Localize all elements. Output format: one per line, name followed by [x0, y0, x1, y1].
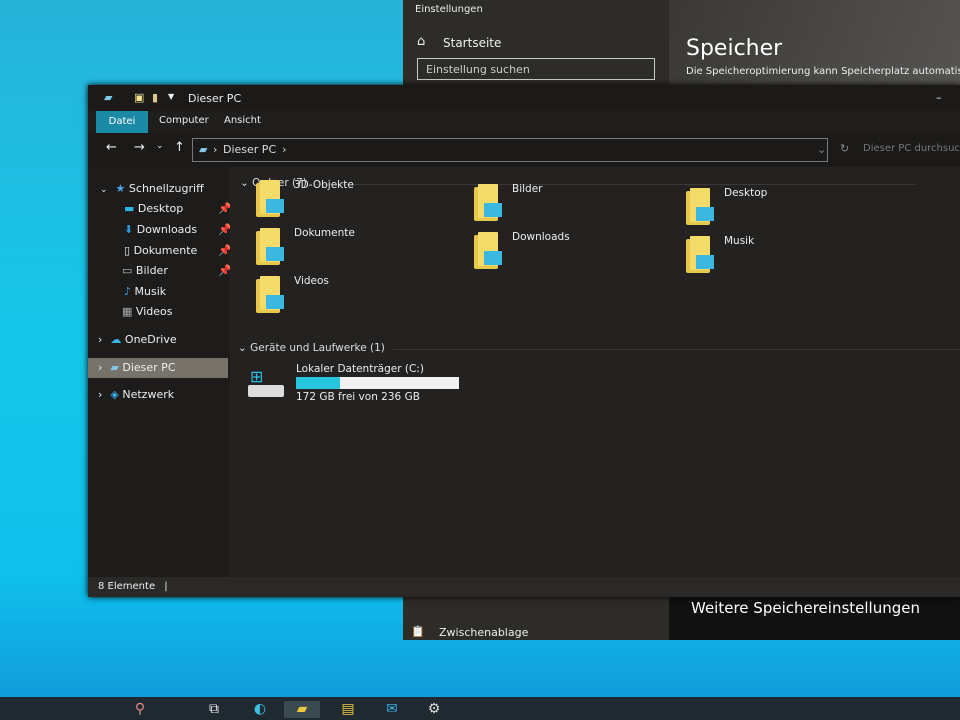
nav-onedrive[interactable]: › ☁ OneDrive	[88, 330, 228, 350]
pc-icon: ▰	[104, 91, 113, 104]
folder-item[interactable]: Desktop	[682, 187, 882, 227]
properties-icon[interactable]: ▣	[134, 91, 144, 104]
address-dropdown-icon[interactable]: ⌄	[817, 143, 826, 156]
folder-item[interactable]: Dokumente	[252, 227, 452, 267]
folder-item[interactable]: Downloads	[470, 231, 670, 271]
window-title: Dieser PC	[188, 92, 242, 105]
up-button[interactable]: ↑	[174, 140, 185, 155]
nav-item-videos[interactable]: ▦ Videos	[88, 302, 228, 322]
taskbar: ⚲ ⧉ ◐ ▰ ▤ ✉ ⚙	[0, 697, 960, 720]
folder-item[interactable]: Videos	[252, 275, 452, 315]
drive-usage-fill	[296, 377, 340, 389]
desktop-icon	[696, 207, 714, 221]
settings-home[interactable]: Startseite	[443, 36, 501, 50]
navigation-bar: ← → ⌄ ↑ ▰ › Dieser PC › ⌄ ↻ Dieser PC dur…	[88, 133, 960, 167]
folder-label: Downloads	[512, 231, 570, 243]
nav-item-musik[interactable]: ♪ Musik	[88, 282, 228, 302]
network-icon: ◈	[110, 388, 119, 401]
forward-button[interactable]: →	[134, 140, 145, 155]
settings-description: Die Speicheroptimierung kann Speicherpla…	[686, 66, 960, 77]
folder-item[interactable]: Bilder	[470, 183, 670, 223]
folder-label: Musik	[724, 235, 755, 247]
file-explorer-taskbar-icon[interactable]: ▰	[284, 701, 320, 718]
ribbon-tabs: Datei Computer Ansicht	[88, 111, 960, 133]
download-icon: ⬇	[124, 223, 134, 236]
document-icon	[266, 247, 284, 261]
content-pane: ⌄ Ordner (7) 3D-ObjekteBilderDesktopDoku…	[230, 167, 960, 577]
settings-title: Einstellungen	[415, 4, 483, 15]
folder-label: 3D-Objekte	[294, 179, 354, 191]
drive-c[interactable]: ⊞ Lokaler Datenträger (C:) 172 GB frei v…	[248, 363, 459, 407]
item-count: 8 Elemente	[98, 581, 156, 592]
settings-search-input[interactable]: Einstellung suchen	[417, 58, 655, 80]
mail-icon[interactable]: ✉	[382, 701, 402, 718]
video-icon	[266, 295, 284, 309]
download-icon	[484, 251, 502, 265]
drive-name: Lokaler Datenträger (C:)	[296, 363, 424, 375]
address-text: Dieser PC	[223, 143, 277, 156]
weather-widget-icon[interactable]: ⚲	[130, 701, 150, 718]
music-icon	[696, 255, 714, 269]
nav-item-desktop[interactable]: ▬ Desktop 📌	[88, 199, 232, 219]
minimize-button[interactable]: –	[936, 91, 942, 104]
folder-item[interactable]: 3D-Objekte	[252, 179, 452, 219]
nav-item-bilder[interactable]: ▭ Bilder 📌	[88, 261, 232, 281]
title-bar: ▰ ▣ ▮ ▼ Dieser PC –	[88, 85, 960, 111]
star-icon: ★	[115, 182, 126, 195]
home-icon: ⌂	[417, 34, 426, 49]
chevron-right-icon: ›	[213, 143, 218, 156]
refresh-icon[interactable]: ↻	[840, 142, 849, 155]
folder-item[interactable]: Musik	[682, 235, 882, 275]
settings-clipboard[interactable]: Zwischenablage	[439, 626, 528, 639]
pc-icon: ▰	[199, 143, 208, 156]
edge-icon[interactable]: ◐	[250, 701, 270, 718]
folder-label: Videos	[294, 275, 329, 287]
more-storage-settings-link[interactable]: Weitere Speichereinstellungen	[669, 595, 960, 640]
video-icon: ▦	[122, 305, 133, 318]
status-bar: 8 Elemente |	[88, 577, 960, 597]
desktop-icon: ▬	[124, 202, 135, 215]
music-icon: ♪	[124, 285, 132, 298]
folder-label: Desktop	[724, 187, 768, 199]
cube-icon	[266, 199, 284, 213]
drives-section-header[interactable]: ⌄ Geräte und Laufwerke (1)	[238, 342, 960, 354]
tab-computer[interactable]: Computer	[159, 115, 209, 126]
store-icon[interactable]: ▤	[338, 701, 358, 718]
navigation-pane: ⌄ ★ Schnellzugriff ▬ Desktop 📌 ⬇ Downloads…	[88, 167, 232, 577]
pictures-icon: ▭	[122, 264, 133, 277]
pc-icon: ▰	[110, 361, 119, 374]
file-explorer-window: ▰ ▣ ▮ ▼ Dieser PC – Datei Computer Ansic…	[88, 85, 960, 597]
recent-dropdown-icon[interactable]: ⌄	[156, 141, 164, 151]
nav-quick-access[interactable]: ⌄ ★ Schnellzugriff	[88, 179, 228, 199]
drive-icon	[248, 385, 284, 397]
nav-item-dokumente[interactable]: ▯ Dokumente 📌	[88, 241, 232, 261]
cloud-icon: ☁	[110, 333, 122, 346]
address-bar[interactable]: ▰ › Dieser PC › ⌄	[192, 138, 828, 162]
page-title: Speicher	[686, 36, 783, 61]
windows-drive-icon: ⊞	[250, 367, 264, 386]
tab-datei[interactable]: Datei	[96, 111, 148, 133]
document-icon: ▯	[124, 244, 131, 257]
nav-item-downloads[interactable]: ⬇ Downloads 📌	[88, 220, 232, 240]
nav-this-pc[interactable]: › ▰ Dieser PC	[88, 358, 228, 378]
settings-gear-icon[interactable]: ⚙	[424, 701, 444, 718]
pictures-icon	[484, 203, 502, 217]
nav-network[interactable]: › ◈ Netzwerk	[88, 385, 228, 405]
tab-ansicht[interactable]: Ansicht	[224, 115, 261, 126]
drive-usage-bar	[296, 377, 459, 389]
folder-label: Dokumente	[294, 227, 355, 239]
drive-free-space: 172 GB frei von 236 GB	[296, 391, 420, 403]
quick-access-dropdown-icon[interactable]: ▼	[168, 92, 174, 101]
clipboard-icon: 📋	[411, 625, 425, 638]
task-view-icon[interactable]: ⧉	[204, 701, 224, 718]
new-folder-icon[interactable]: ▮	[152, 91, 158, 104]
folder-label: Bilder	[512, 183, 543, 195]
search-input[interactable]: Dieser PC durchsuchen	[858, 138, 960, 162]
back-button[interactable]: ←	[106, 140, 117, 155]
